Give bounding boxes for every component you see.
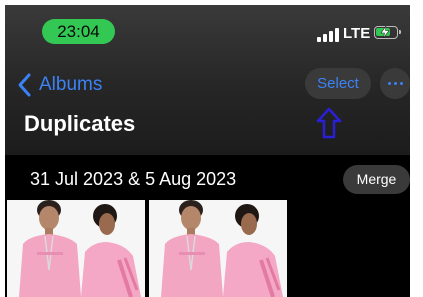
group-date-range: 31 Jul 2023 & 5 Aug 2023 (30, 169, 237, 189)
back-button[interactable]: Albums (15, 71, 102, 99)
chevron-left-icon (18, 73, 31, 97)
page-title: Duplicates (24, 111, 136, 136)
network-type: LTE (343, 25, 371, 42)
duplicate-photo-2[interactable] (149, 200, 287, 297)
back-label: Albums (39, 74, 103, 95)
select-button[interactable]: Select (305, 68, 371, 99)
battery-charging-icon (374, 26, 401, 39)
merge-button[interactable]: Merge (343, 165, 410, 194)
status-time: 23:04 (42, 19, 115, 44)
header: 23:04 LTE Albums Select Duplicates (5, 5, 410, 155)
duplicate-photo-1[interactable] (7, 200, 145, 297)
signal-bars-icon (317, 28, 339, 42)
more-options-button[interactable] (380, 68, 410, 99)
up-arrow-icon (316, 107, 342, 139)
photos-app-screen: 23:04 LTE Albums Select Duplicates 31 Ju… (5, 5, 410, 297)
